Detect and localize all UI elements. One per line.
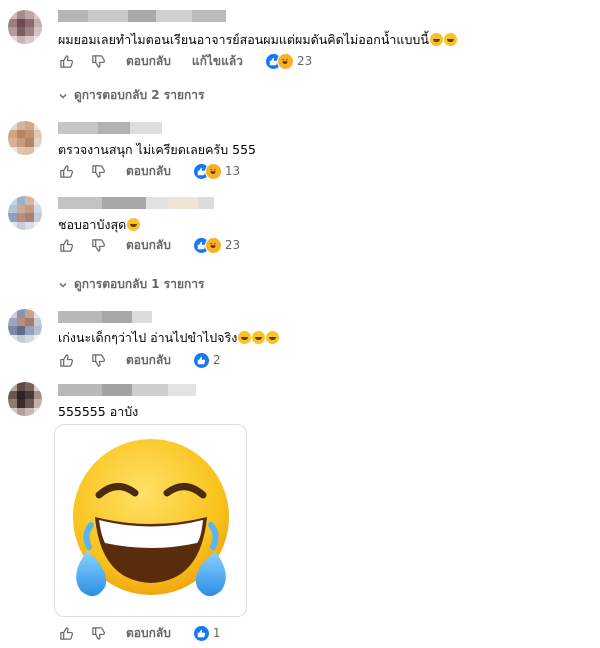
thumbs-down-icon[interactable] bbox=[90, 237, 106, 253]
reaction-count: 23 bbox=[224, 238, 241, 252]
thumbs-down-icon[interactable] bbox=[90, 625, 106, 641]
avatar[interactable] bbox=[8, 121, 42, 155]
comment-text: ผมยอมเลยทำไมตอนเรียนอาจารย์สอนผมแต่ผมดัน… bbox=[58, 30, 457, 50]
commenter-name[interactable] bbox=[58, 311, 152, 323]
like-reaction-icon bbox=[192, 624, 210, 642]
tears-of-joy-emoji-icon bbox=[72, 438, 229, 596]
reaction-count: 1 bbox=[212, 626, 221, 640]
comment-actions: ตอบกลับ 2 bbox=[58, 350, 221, 370]
thumbs-up-icon[interactable] bbox=[58, 163, 74, 179]
sticker[interactable] bbox=[54, 424, 247, 617]
thumbs-down-icon[interactable] bbox=[90, 53, 106, 69]
reply-button[interactable]: ตอบกลับ bbox=[126, 52, 171, 71]
avatar[interactable] bbox=[8, 196, 42, 230]
commenter-name[interactable] bbox=[58, 197, 214, 209]
thumbs-up-icon[interactable] bbox=[58, 625, 74, 641]
avatar[interactable] bbox=[8, 10, 42, 44]
like-reaction-icon bbox=[192, 351, 210, 369]
reply-button[interactable]: ตอบกลับ bbox=[126, 624, 171, 643]
view-replies-label: ดูการตอบกลับ 2 รายการ bbox=[74, 88, 205, 102]
commenter-name[interactable] bbox=[58, 384, 196, 396]
rofl-emoji-icon bbox=[127, 218, 141, 231]
comment-actions: ตอบกลับ 23 bbox=[58, 235, 240, 255]
thumbs-down-icon[interactable] bbox=[90, 163, 106, 179]
reaction-summary[interactable]: 23 bbox=[264, 52, 313, 70]
haha-reaction-icon bbox=[276, 52, 294, 70]
rofl-emoji-icon bbox=[252, 331, 266, 344]
reaction-summary[interactable]: 2 bbox=[192, 351, 221, 369]
reaction-summary[interactable]: 23 bbox=[192, 236, 241, 254]
laughing-emoji-icon bbox=[443, 33, 457, 46]
comment-actions: ตอบกลับ 1 bbox=[58, 623, 221, 643]
thumbs-up-icon[interactable] bbox=[58, 237, 74, 253]
comment-text: 555555 อาบัง bbox=[58, 404, 139, 419]
reaction-count: 13 bbox=[224, 164, 241, 178]
edited-label: แก้ไขแล้ว bbox=[191, 53, 243, 68]
rofl-emoji-icon bbox=[266, 331, 280, 344]
comment-actions: ตอบกลับ แก้ไขแล้ว 23 bbox=[58, 51, 312, 71]
avatar[interactable] bbox=[8, 382, 42, 416]
thumbs-down-icon[interactable] bbox=[90, 352, 106, 368]
view-replies-label: ดูการตอบกลับ 1 รายการ bbox=[74, 277, 205, 291]
view-replies-link[interactable]: ดูการตอบกลับ 1 รายการ bbox=[58, 275, 204, 294]
commenter-name[interactable] bbox=[58, 122, 162, 134]
rofl-emoji-icon bbox=[238, 331, 252, 344]
reaction-summary[interactable]: 1 bbox=[192, 624, 221, 642]
avatar[interactable] bbox=[8, 309, 42, 343]
comment-text: ชอบอาบังสุด bbox=[58, 215, 141, 235]
comment-actions: ตอบกลับ 13 bbox=[58, 161, 240, 181]
reaction-summary[interactable]: 13 bbox=[192, 162, 241, 180]
commenter-name[interactable] bbox=[58, 10, 226, 22]
view-replies-link[interactable]: ดูการตอบกลับ 2 รายการ bbox=[58, 86, 204, 105]
reply-button[interactable]: ตอบกลับ bbox=[126, 162, 171, 181]
reaction-count: 23 bbox=[296, 54, 313, 68]
comment-text: ตรวจงานสนุก ไม่เครียดเลยครับ 555 bbox=[58, 142, 256, 157]
thumbs-up-icon[interactable] bbox=[58, 352, 74, 368]
chevron-down-icon bbox=[59, 93, 67, 98]
thumbs-up-icon[interactable] bbox=[58, 53, 74, 69]
reply-button[interactable]: ตอบกลับ bbox=[126, 351, 171, 370]
haha-reaction-icon bbox=[204, 236, 222, 254]
laughing-emoji-icon bbox=[429, 33, 443, 46]
chevron-down-icon bbox=[59, 282, 67, 287]
comment-text: เก่งนะเด็กๆว่าไป อ่านไปขำไปจริง bbox=[58, 328, 280, 348]
reaction-count: 2 bbox=[212, 353, 221, 367]
haha-reaction-icon bbox=[204, 162, 222, 180]
reply-button[interactable]: ตอบกลับ bbox=[126, 236, 171, 255]
